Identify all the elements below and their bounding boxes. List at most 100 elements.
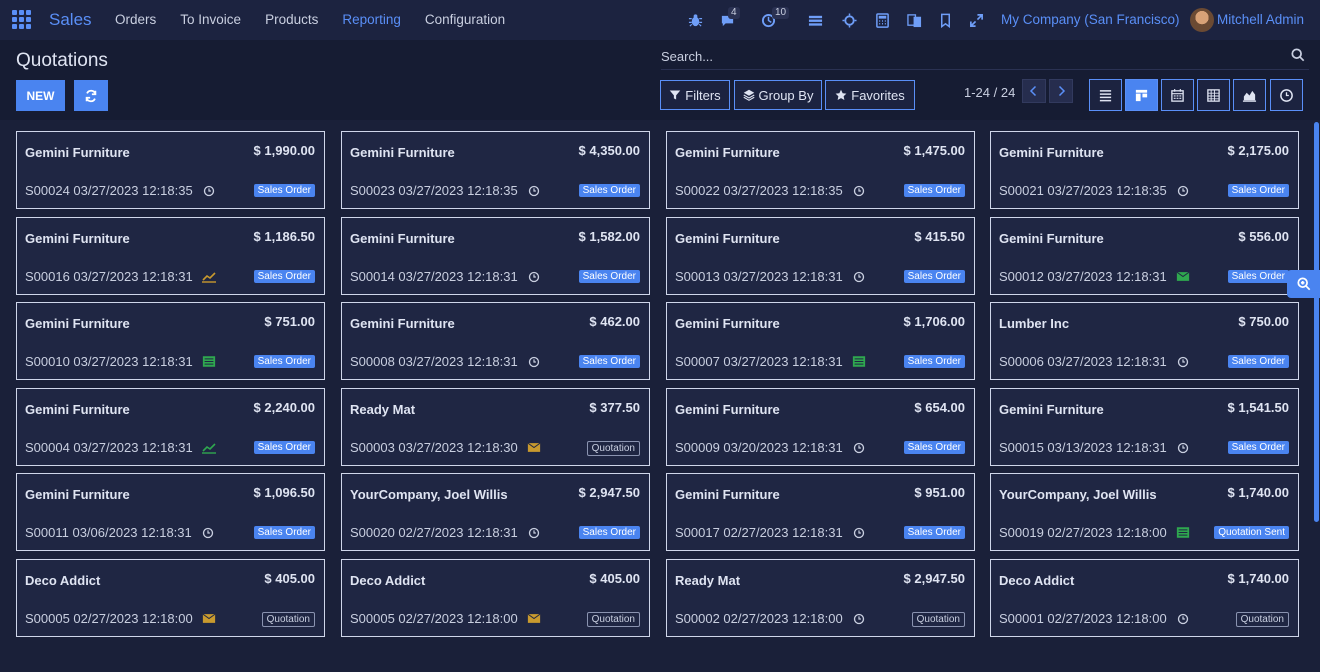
clock-icon[interactable] [1175, 441, 1191, 454]
calculator-icon[interactable] [873, 11, 891, 29]
messages-count-badge: 4 [728, 7, 740, 19]
search-input[interactable] [661, 44, 1261, 68]
clock-icon[interactable] [526, 184, 542, 197]
card-customer: Gemini Furniture [25, 402, 130, 417]
user-avatar[interactable] [1190, 8, 1214, 32]
kanban-card[interactable]: Gemini Furniture $ 1,990.00 S00024 03/27/2… [16, 131, 325, 209]
user-menu[interactable]: Mitchell Admin [1217, 12, 1313, 27]
status-badge: Sales Order [903, 355, 965, 368]
bookmark-icon[interactable] [936, 11, 954, 29]
clock-icon[interactable] [201, 184, 217, 197]
app-brand[interactable]: Sales [49, 10, 92, 30]
kanban-card[interactable]: Deco Addict $ 405.00 S00005 02/27/2023 12:… [16, 559, 325, 637]
card-reference: S00007 03/27/2023 12:18:31 [675, 354, 843, 369]
translate-icon[interactable] [905, 11, 923, 29]
clock-icon[interactable] [1175, 184, 1191, 197]
clock-icon[interactable] [1175, 612, 1191, 625]
envelope-icon[interactable] [526, 441, 542, 454]
activities-icon[interactable]: 10 [759, 7, 790, 29]
view-graph-button[interactable] [1233, 79, 1266, 111]
favorites-button[interactable]: Favorites [825, 80, 915, 110]
clock-icon[interactable] [851, 526, 867, 539]
clock-icon[interactable] [851, 612, 867, 625]
clock-icon[interactable] [200, 526, 216, 539]
kanban-board: Gemini Furniture $ 1,990.00 S00024 03/27/2… [0, 120, 1320, 672]
card-amount: $ 415.50 [914, 229, 965, 244]
envelope-icon[interactable] [1175, 270, 1191, 283]
envelope-icon[interactable] [201, 612, 217, 625]
menu-item-products[interactable]: Products [265, 12, 318, 27]
new-button[interactable]: NEW [16, 80, 65, 111]
messages-icon[interactable]: 4 [718, 7, 740, 29]
fullscreen-icon[interactable] [967, 11, 985, 29]
group-by-button[interactable]: Group By [734, 80, 822, 110]
status-badge: Quotation [911, 612, 965, 627]
pager-next-button[interactable] [1049, 79, 1073, 103]
kanban-scroll-thumb[interactable] [1314, 122, 1319, 522]
trending-chart-icon[interactable] [201, 441, 217, 454]
kanban-card[interactable]: Gemini Furniture $ 2,175.00 S00021 03/27/2… [990, 131, 1299, 209]
kanban-card[interactable]: Gemini Furniture $ 1,582.00 S00014 03/27/2… [341, 217, 650, 295]
kanban-card[interactable]: Deco Addict $ 1,740.00 S00001 02/27/2023 1… [990, 559, 1299, 637]
kanban-card[interactable]: Gemini Furniture $ 556.00 S00012 03/27/202… [990, 217, 1299, 295]
kanban-card[interactable]: Ready Mat $ 377.50 S00003 03/27/2023 12:18… [341, 388, 650, 466]
card-reference: S00004 03/27/2023 12:18:31 [25, 440, 193, 455]
kanban-card[interactable]: Gemini Furniture $ 751.00 S00010 03/27/202… [16, 302, 325, 380]
kanban-card[interactable]: Gemini Furniture $ 1,096.50 S00011 03/06/2… [16, 473, 325, 551]
clock-icon[interactable] [526, 355, 542, 368]
view-activity-button[interactable] [1270, 79, 1303, 111]
clock-icon[interactable] [851, 184, 867, 197]
switch-icon[interactable] [806, 11, 824, 29]
zoom-button[interactable] [1287, 270, 1320, 298]
card-reference: S00020 02/27/2023 12:18:31 [350, 525, 518, 540]
menu-item-configuration[interactable]: Configuration [425, 12, 505, 27]
clock-icon[interactable] [526, 526, 542, 539]
theme-toggle-icon[interactable] [840, 11, 858, 29]
kanban-card[interactable]: YourCompany, Joel Willis $ 2,947.50 S00020… [341, 473, 650, 551]
list-icon[interactable] [1175, 526, 1191, 539]
clock-icon[interactable] [851, 270, 867, 283]
menu-item-reporting[interactable]: Reporting [342, 12, 401, 27]
kanban-card[interactable]: Deco Addict $ 405.00 S00005 02/27/2023 12:… [341, 559, 650, 637]
card-customer: Deco Addict [25, 573, 101, 588]
view-calendar-button[interactable] [1161, 79, 1194, 111]
kanban-card[interactable]: Gemini Furniture $ 1,706.00 S00007 03/27/2… [666, 302, 975, 380]
company-switcher[interactable]: My Company (San Francisco) [1001, 12, 1180, 27]
list-icon[interactable] [201, 355, 217, 368]
kanban-card[interactable]: Lumber Inc $ 750.00 S00006 03/27/2023 12:1… [990, 302, 1299, 380]
clock-icon[interactable] [1175, 355, 1191, 368]
bug-icon[interactable] [686, 11, 704, 29]
card-reference: S00017 02/27/2023 12:18:31 [675, 525, 843, 540]
kanban-card[interactable]: Gemini Furniture $ 415.50 S00013 03/27/202… [666, 217, 975, 295]
kanban-card[interactable]: Gemini Furniture $ 1,186.50 S00016 03/27/2… [16, 217, 325, 295]
kanban-card[interactable]: Gemini Furniture $ 4,350.00 S00023 03/27/2… [341, 131, 650, 209]
kanban-card[interactable]: Gemini Furniture $ 2,240.00 S00004 03/27/2… [16, 388, 325, 466]
kanban-card[interactable]: Gemini Furniture $ 462.00 S00008 03/27/202… [341, 302, 650, 380]
kanban-card[interactable]: YourCompany, Joel Willis $ 1,740.00 S00019… [990, 473, 1299, 551]
app-menu-icon[interactable] [12, 10, 33, 29]
kanban-card[interactable]: Gemini Furniture $ 1,475.00 S00022 03/27/2… [666, 131, 975, 209]
envelope-icon[interactable] [526, 612, 542, 625]
view-pivot-button[interactable] [1197, 79, 1230, 111]
card-customer: Gemini Furniture [999, 402, 1104, 417]
clock-icon[interactable] [526, 270, 542, 283]
refresh-button[interactable] [74, 80, 108, 111]
status-badge: Quotation [586, 612, 640, 627]
card-reference: S00022 03/27/2023 12:18:35 [675, 183, 843, 198]
kanban-card[interactable]: Gemini Furniture $ 654.00 S00009 03/20/202… [666, 388, 975, 466]
menu-item-to-invoice[interactable]: To Invoice [180, 12, 241, 27]
view-list-button[interactable] [1089, 79, 1122, 111]
trending-chart-icon[interactable] [201, 270, 217, 283]
list-icon[interactable] [851, 355, 867, 368]
pager-previous-button[interactable] [1022, 79, 1046, 103]
kanban-card[interactable]: Ready Mat $ 2,947.50 S00002 02/27/2023 12:… [666, 559, 975, 637]
menu-item-orders[interactable]: Orders [115, 12, 156, 27]
area-chart-icon [1242, 90, 1257, 102]
view-kanban-button[interactable] [1125, 79, 1158, 111]
clock-icon[interactable] [851, 441, 867, 454]
kanban-card[interactable]: Gemini Furniture $ 951.00 S00017 02/27/202… [666, 473, 975, 551]
search-icon[interactable] [1291, 48, 1305, 65]
kanban-card[interactable]: Gemini Furniture $ 1,541.50 S00015 03/13/2… [990, 388, 1299, 466]
filters-button[interactable]: Filters [660, 80, 730, 110]
pager-value[interactable]: 1-24 / 24 [964, 85, 1015, 100]
